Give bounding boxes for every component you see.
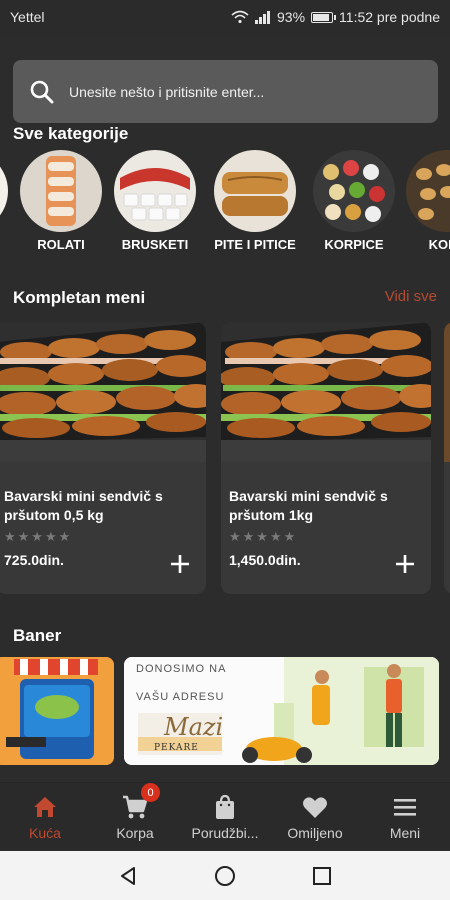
category-label: BRUSKETI [121,237,189,252]
search-icon [30,80,54,103]
battery-icon [311,11,337,23]
product-name: Bavarski mini sendvič s pršutom 0,5 kg [4,488,163,523]
bag-icon [216,794,234,819]
product-name: Bavarski mini sendvič s pršutom 1kg [229,488,388,523]
product-price: 1,450.0din. [229,552,301,568]
category-image [313,150,395,232]
nav-label: Porudžbi... [191,825,259,841]
nav-label: Korpa [116,825,154,841]
product-card[interactable]: Bavarski mini sendvič s pršutom 1kg ★★★★… [221,322,431,594]
search-placeholder: Unesite nešto i pritisnite enter... [69,83,265,100]
category-rolati[interactable]: ROLATI [16,150,106,252]
status-bar: Yettel 93% 11:52 pre podne [0,0,450,34]
cart-badge: 0 [141,783,160,802]
categories-title: Sve kategorije [13,124,129,143]
category-carousel[interactable]: ROLATI BRUSKETI PITE I PITICE KORPICE KO… [0,150,450,260]
banner-carousel[interactable]: DONOSIMO NA VAŠU ADRESU Mazi PEKARE [0,657,450,765]
category-korpice[interactable]: KORPICE [309,150,399,252]
banner-image [0,657,114,765]
category-label: PITE I PITICE [214,237,296,252]
product-image [444,322,450,462]
home-icon [34,797,56,817]
home-circle-icon[interactable] [214,865,236,887]
banner-text-2: VAŠU ADRESU [136,691,225,703]
banner-partial[interactable] [0,657,114,765]
carrier-label: Yettel [10,9,45,25]
banner-logo: Mazi [164,713,224,741]
category-image [114,150,196,232]
system-navigation [0,851,450,900]
category-image [214,150,296,232]
nav-cart[interactable]: 0 Korpa [90,783,180,850]
menu-title: Kompletan meni [13,288,146,307]
banner-title: Baner [13,626,62,645]
menu-icon [394,799,416,816]
nav-menu[interactable]: Meni [360,783,450,850]
search-bar[interactable]: Unesite nešto i pritisnite enter... [13,60,438,123]
rating-stars: ★★★★★ [4,529,73,544]
nav-label: Omiljeno [287,825,343,841]
battery-level-fill [313,13,329,21]
bottom-navigation: Kuća 0 Korpa Porudžbi... Omiljeno Meni [0,782,450,850]
product-image [221,322,431,462]
banner-delivery[interactable]: DONOSIMO NA VAŠU ADRESU Mazi PEKARE [124,657,439,765]
add-to-cart-button[interactable] [393,552,417,576]
banner-logo-sub: PEKARE [154,743,199,753]
nav-orders[interactable]: Porudžbi... [180,783,270,850]
product-image [0,322,206,462]
rating-stars: ★★★★★ [229,529,298,544]
nav-label: Meni [389,825,421,841]
category-kokt[interactable]: KOKT [402,150,450,252]
signal-icon [255,10,271,24]
category-label: KOKT [428,237,450,252]
add-to-cart-button[interactable] [168,552,192,576]
nav-favorites[interactable]: Omiljeno [270,783,360,850]
nav-label: Kuća [29,825,61,841]
category-label: ROLATI [37,237,85,252]
product-card[interactable]: Bavarski mini sendvič s pršutom 0,5 kg ★… [0,322,206,594]
menu-carousel[interactable]: Bavarski mini sendvič s pršutom 0,5 kg ★… [0,322,450,594]
category-partial[interactable] [0,150,12,232]
heart-icon [303,797,327,818]
recents-icon[interactable] [311,865,333,887]
wifi-icon [231,10,249,24]
clock: 11:52 pre podne [339,9,440,25]
product-card-partial[interactable] [444,322,450,594]
product-price: 725.0din. [4,552,64,568]
banner-text-1: DONOSIMO NA [136,663,227,675]
category-image [0,150,8,232]
back-icon[interactable] [117,865,139,887]
battery-percent: 93% [277,9,306,25]
category-pite[interactable]: PITE I PITICE [210,150,300,252]
nav-home[interactable]: Kuća [0,783,90,850]
category-image [20,150,102,232]
category-label: KORPICE [324,237,384,252]
see-all-link[interactable]: Vidi sve [385,288,437,305]
category-brusketi[interactable]: BRUSKETI [110,150,200,252]
category-image [406,150,450,232]
